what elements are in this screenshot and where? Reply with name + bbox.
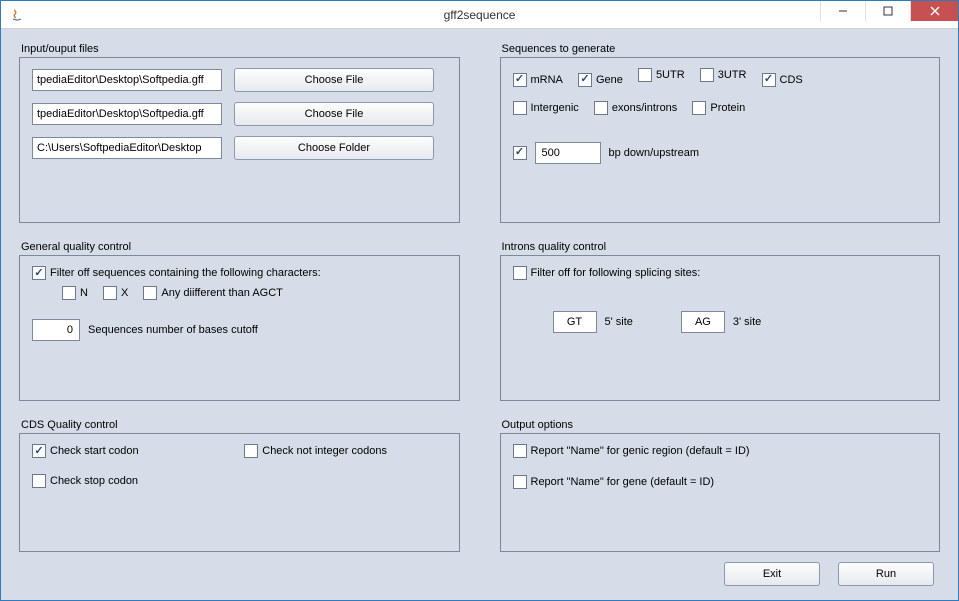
filter-splicing-checkbox[interactable] (513, 266, 527, 280)
filter-splicing-label: Filter off for following splicing sites: (531, 267, 701, 279)
site5-label: 5' site (605, 316, 633, 328)
not-integer-checkbox[interactable] (244, 444, 258, 458)
bp-value-input[interactable] (535, 142, 601, 164)
gff-file-2-input[interactable] (32, 103, 222, 125)
stop-codon-label: Check stop codon (50, 475, 138, 487)
run-button[interactable]: Run (838, 562, 934, 586)
introns-qc-label: Introns quality control (502, 241, 941, 253)
exons-introns-checkbox[interactable] (594, 101, 608, 115)
start-codon-checkbox[interactable]: ✓ (32, 444, 46, 458)
intergenic-checkbox[interactable] (513, 101, 527, 115)
5utr-checkbox[interactable] (638, 68, 652, 82)
report-gene-label: Report "Name" for gene (default = ID) (531, 476, 715, 488)
x-checkbox[interactable] (103, 286, 117, 300)
java-icon (9, 7, 25, 23)
output-folder-input[interactable] (32, 137, 222, 159)
mrna-label: mRNA (531, 74, 563, 86)
titlebar: gff2sequence (1, 1, 958, 29)
report-gene-checkbox[interactable] (513, 475, 527, 489)
start-codon-label: Check start codon (50, 445, 139, 457)
exit-button[interactable]: Exit (724, 562, 820, 586)
protein-checkbox[interactable] (692, 101, 706, 115)
close-button[interactable] (910, 1, 958, 21)
input-output-label: Input/ouput files (21, 43, 460, 55)
5utr-label: 5UTR (656, 69, 685, 81)
3utr-checkbox[interactable] (700, 68, 714, 82)
gene-checkbox[interactable]: ✓ (578, 73, 592, 87)
intergenic-label: Intergenic (531, 102, 579, 114)
app-window: gff2sequence Input/ouput files Choose Fi… (0, 0, 959, 601)
report-genic-checkbox[interactable] (513, 444, 527, 458)
general-qc-label: General quality control (21, 241, 460, 253)
footer: Exit Run (19, 552, 940, 586)
cutoff-label: Sequences number of bases cutoff (88, 324, 258, 336)
cutoff-input[interactable] (32, 319, 80, 341)
general-qc-panel: General quality control ✓ Filter off sequ… (19, 241, 460, 401)
sequences-label: Sequences to generate (502, 43, 941, 55)
introns-qc-panel: Introns quality control Filter off for f… (500, 241, 941, 401)
choose-file-2-button[interactable]: Choose File (234, 102, 434, 126)
any-diff-label: Any diifferent than AGCT (161, 287, 282, 299)
n-label: N (80, 287, 88, 299)
cds-checkbox[interactable]: ✓ (762, 73, 776, 87)
window-controls (820, 1, 958, 28)
mrna-checkbox[interactable]: ✓ (513, 73, 527, 87)
gff-file-1-input[interactable] (32, 69, 222, 91)
site3-input[interactable] (681, 311, 725, 333)
choose-folder-button[interactable]: Choose Folder (234, 136, 434, 160)
content-area: Input/ouput files Choose File Choose Fil… (1, 29, 958, 600)
site5-input[interactable] (553, 311, 597, 333)
window-title: gff2sequence (444, 8, 516, 22)
maximize-button[interactable] (865, 1, 910, 21)
sequences-panel: Sequences to generate ✓ mRNA ✓ Gene 5UTR 3… (500, 43, 941, 223)
choose-file-1-button[interactable]: Choose File (234, 68, 434, 92)
bp-checkbox[interactable]: ✓ (513, 146, 527, 160)
not-integer-label: Check not integer codons (262, 445, 387, 457)
site3-label: 3' site (733, 316, 761, 328)
any-diff-checkbox[interactable] (143, 286, 157, 300)
stop-codon-checkbox[interactable] (32, 474, 46, 488)
cds-qc-panel: CDS Quality control ✓ Check start codon C… (19, 419, 460, 552)
output-options-label: Output options (502, 419, 941, 431)
minimize-button[interactable] (820, 1, 865, 21)
output-options-panel: Output options Report "Name" for genic r… (500, 419, 941, 552)
exons-introns-label: exons/introns (612, 102, 677, 114)
filter-chars-label: Filter off sequences containing the foll… (50, 267, 321, 279)
input-output-panel: Input/ouput files Choose File Choose Fil… (19, 43, 460, 223)
bp-label: bp down/upstream (609, 147, 700, 159)
filter-chars-checkbox[interactable]: ✓ (32, 266, 46, 280)
report-genic-label: Report "Name" for genic region (default … (531, 445, 750, 457)
gene-label: Gene (596, 74, 623, 86)
cds-label: CDS (780, 74, 803, 86)
x-label: X (121, 287, 128, 299)
n-checkbox[interactable] (62, 286, 76, 300)
cds-qc-label: CDS Quality control (21, 419, 460, 431)
3utr-label: 3UTR (718, 69, 747, 81)
protein-label: Protein (710, 102, 745, 114)
